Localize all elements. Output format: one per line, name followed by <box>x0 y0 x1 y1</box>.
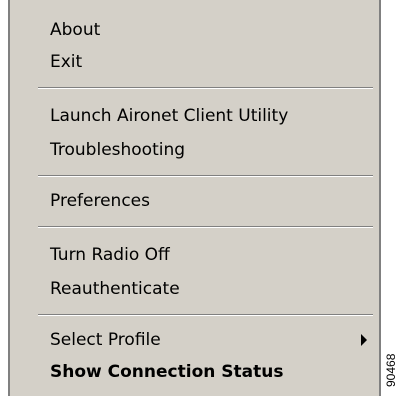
menu-item-reauthenticate[interactable]: Reauthenticate <box>10 273 379 305</box>
menu-separator <box>38 226 373 228</box>
menu-item-turn-radio-off[interactable]: Turn Radio Off <box>10 239 379 271</box>
menu-item-show-connection-status[interactable]: Show Connection Status <box>10 356 379 388</box>
menu-separator <box>38 87 373 89</box>
menu-item-label: Select Profile <box>50 330 161 350</box>
menu-separator <box>38 175 373 177</box>
menu-item-troubleshooting[interactable]: Troubleshooting <box>10 134 379 166</box>
context-menu: About Exit Launch Aironet Client Utility… <box>8 0 381 396</box>
figure-id: 90468 <box>384 353 398 387</box>
menu-item-launch-aironet-client-utility[interactable]: Launch Aironet Client Utility <box>10 100 379 132</box>
menu-item-select-profile[interactable]: Select Profile <box>10 324 379 356</box>
menu-item-preferences[interactable]: Preferences <box>10 185 379 217</box>
submenu-arrow-icon <box>361 334 367 346</box>
menu-separator <box>38 314 373 316</box>
menu-item-exit[interactable]: Exit <box>10 46 379 78</box>
menu-item-about[interactable]: About <box>10 14 379 46</box>
